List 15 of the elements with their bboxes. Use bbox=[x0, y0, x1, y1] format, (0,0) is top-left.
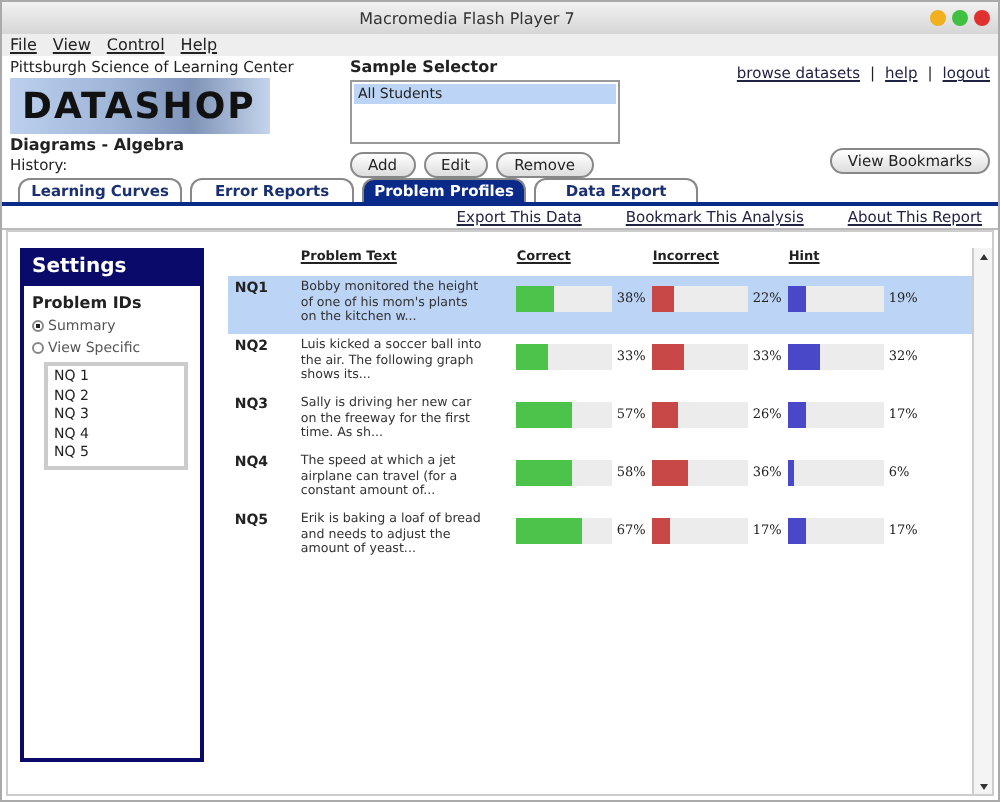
settings-title: Settings bbox=[24, 252, 201, 286]
radio-icon[interactable] bbox=[32, 320, 44, 332]
menu-item[interactable]: View bbox=[52, 36, 91, 54]
menu-item[interactable]: File bbox=[10, 36, 37, 54]
close-button[interactable] bbox=[974, 10, 990, 26]
down-arrow-icon[interactable] bbox=[975, 778, 992, 794]
window-title: Macromedia Flash Player 7 bbox=[357, 9, 577, 27]
dataset-name: Diagrams - Algebra bbox=[10, 136, 186, 154]
maximize-button[interactable] bbox=[952, 10, 968, 26]
menu-item[interactable]: Help bbox=[180, 36, 218, 54]
menu-item[interactable]: Control bbox=[106, 36, 165, 54]
radio-icon[interactable] bbox=[32, 342, 44, 354]
section-title: Problem IDs bbox=[32, 294, 144, 312]
sample-selector-title: Sample Selector bbox=[350, 58, 500, 76]
logo: DATASHOP bbox=[10, 78, 270, 134]
